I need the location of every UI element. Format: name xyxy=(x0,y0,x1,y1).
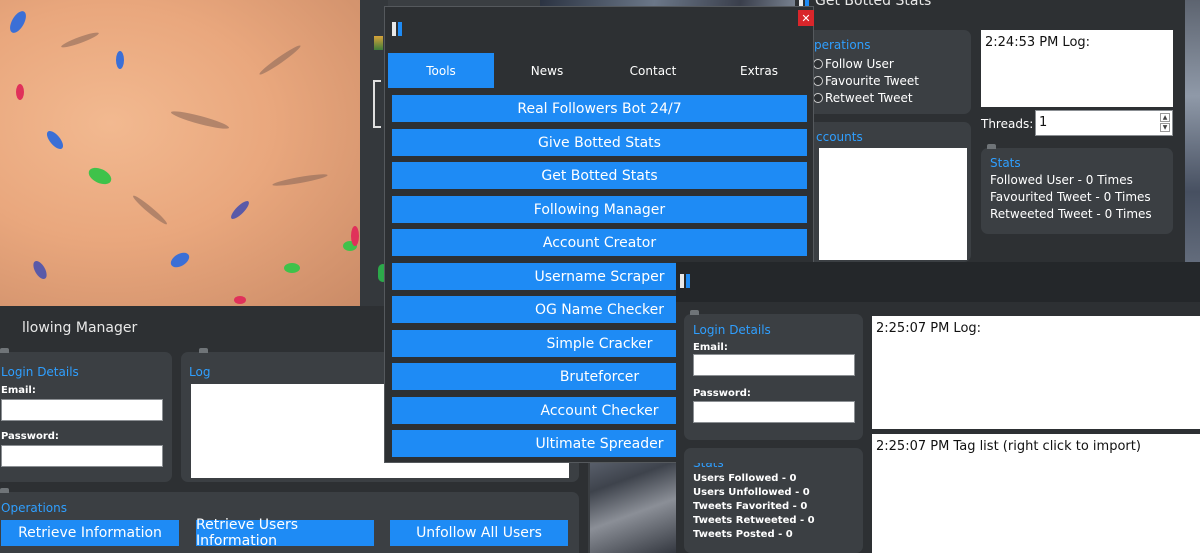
tab-news[interactable]: News xyxy=(494,53,600,88)
password-label: Password: xyxy=(693,388,751,399)
retweet-tweet-label: Retweet Tweet xyxy=(825,91,913,105)
threads-label: Threads: xyxy=(981,117,1034,131)
operations-title: Operations xyxy=(1,501,67,515)
tab-bar: Tools News Contact Extras xyxy=(388,53,811,88)
stat-users-unfollowed: Users Unfollowed - 0 xyxy=(693,487,810,498)
threads-stepper[interactable]: 1 ▲ ▼ xyxy=(1035,110,1173,136)
stats-panel: Stats Followed User - 0 Times Favourited… xyxy=(981,144,1173,234)
close-icon: ✕ xyxy=(801,11,811,25)
log-title: Log xyxy=(189,365,211,379)
password-label: Password: xyxy=(1,431,59,442)
stats-title: Stats xyxy=(990,156,1021,170)
stepper-up-icon[interactable]: ▲ xyxy=(1160,113,1170,122)
tool-account-creator-button[interactable]: Account Creator xyxy=(392,229,807,256)
unfollow-all-users-button[interactable]: Unfollow All Users xyxy=(390,520,568,546)
tool-real-followers-bot-button[interactable]: Real Followers Bot 24/7 xyxy=(392,95,807,122)
stat-tweets-retweeted: Tweets Retweeted - 0 xyxy=(693,515,815,526)
follow-user-label: Follow User xyxy=(825,57,894,71)
app-logo-icon xyxy=(680,274,691,288)
password-field[interactable] xyxy=(693,401,814,423)
tag-list-textbox[interactable]: 2:25:07 PM Tag list (right click to impo… xyxy=(872,434,1200,553)
stepper-down-icon[interactable]: ▼ xyxy=(1160,123,1170,132)
threads-value: 1 xyxy=(1039,115,1048,130)
panel-knob xyxy=(0,488,9,493)
email-label: Email: xyxy=(1,385,36,396)
botted-stats-window: Get Botted Stats perations Follow User F… xyxy=(795,0,1185,262)
accounts-list[interactable] xyxy=(819,148,967,260)
password-field[interactable] xyxy=(1,445,163,467)
panel-knob xyxy=(199,348,208,353)
stat-followed-user: Followed User - 0 Times xyxy=(990,173,1133,187)
taskbar-icon xyxy=(374,36,383,50)
tab-extras[interactable]: Extras xyxy=(706,53,812,88)
stat-tweets-posted: Tweets Posted - 0 xyxy=(693,529,793,540)
close-button[interactable]: ✕ xyxy=(798,10,814,26)
tab-tools[interactable]: Tools xyxy=(388,53,494,88)
retrieve-information-button[interactable]: Retrieve Information xyxy=(1,520,179,546)
app-logo-icon xyxy=(392,22,403,36)
stat-tweets-favorited: Tweets Favorited - 0 xyxy=(693,501,808,512)
stat-retweeted-tweet: Retweeted Tweet - 0 Times xyxy=(990,207,1152,221)
taskbar-bracket xyxy=(373,80,381,128)
email-field[interactable] xyxy=(693,354,814,376)
panel-knob xyxy=(690,310,699,315)
email-label: Email: xyxy=(693,342,728,353)
log-textbox[interactable]: 2:25:07 PM Log: xyxy=(872,316,1200,429)
tab-contact[interactable]: Contact xyxy=(600,53,706,88)
panel-knob xyxy=(987,144,996,149)
window-title: llowing Manager xyxy=(22,320,138,336)
favourite-tweet-label: Favourite Tweet xyxy=(825,74,920,88)
login-title: Login Details xyxy=(1,365,79,379)
panel-knob xyxy=(0,348,9,353)
tool-following-manager-button[interactable]: Following Manager xyxy=(392,196,807,223)
desktop-wallpaper xyxy=(0,0,368,308)
tool-get-botted-stats-button[interactable]: Get Botted Stats xyxy=(392,162,807,189)
login-panel: Login Details Email: Password: xyxy=(0,348,172,482)
operations-panel: perations Follow User Favourite Tweet Re… xyxy=(799,30,971,114)
favourite-tweet-radio[interactable] xyxy=(813,76,823,86)
stats-panel-overlap xyxy=(684,448,814,463)
tool-give-botted-stats-button[interactable]: Give Botted Stats xyxy=(392,129,807,156)
email-field[interactable] xyxy=(1,399,163,421)
accounts-panel: ccounts xyxy=(799,122,971,262)
stat-favourited-tweet: Favourited Tweet - 0 Times xyxy=(990,190,1151,204)
retweet-tweet-radio[interactable] xyxy=(813,93,823,103)
log-textbox[interactable]: 2:24:53 PM Log: xyxy=(981,30,1173,107)
stat-users-followed: Users Followed - 0 xyxy=(693,473,797,484)
window-overlap-shade xyxy=(676,262,814,302)
wallpaper-art xyxy=(10,11,359,304)
retrieve-users-information-button[interactable]: Retrieve Users Information xyxy=(196,517,374,549)
window-title: Get Botted Stats xyxy=(815,0,932,9)
login-title: Login Details xyxy=(693,323,771,337)
accounts-title: ccounts xyxy=(816,130,863,144)
operations-title: perations xyxy=(814,38,871,52)
follow-user-radio[interactable] xyxy=(813,59,823,69)
login-panel-overlap: Login Details Email: Password: xyxy=(684,310,814,440)
stats-panel: Stats Users Followed - 0 Users Unfollowe… xyxy=(684,444,863,553)
